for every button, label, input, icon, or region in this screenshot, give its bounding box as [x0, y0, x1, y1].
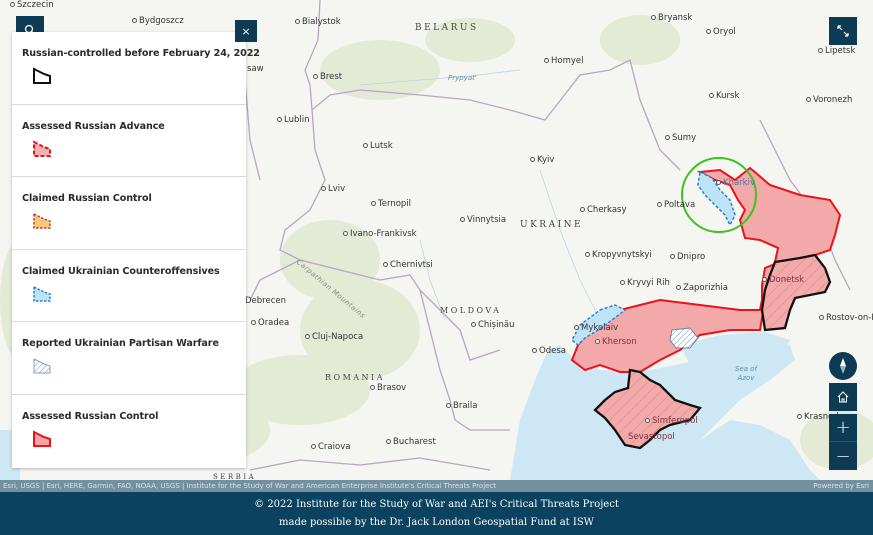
city-label: Sevastopol [628, 432, 675, 442]
city-label: Szczecin [10, 0, 54, 10]
city-label: Simferopol [645, 416, 698, 426]
city-label: Lutsk [363, 141, 393, 151]
city-label: Sumy [665, 133, 696, 143]
fullscreen-button[interactable] [829, 17, 857, 45]
footer-credit: made possible by the Dr. Jack London Geo… [279, 517, 594, 528]
city-label: Lublin [277, 115, 309, 125]
city-label: Kyiv [530, 155, 554, 165]
compass-icon [840, 358, 846, 374]
river-label: Prypyat' [448, 74, 477, 82]
zoom-in-button[interactable]: + [829, 414, 857, 442]
city-label: Kropyvnytskyi [585, 250, 652, 260]
city-label: Brest [313, 72, 342, 82]
city-label: Chernivtsi [383, 260, 433, 270]
sea-label: Sea of Azov [734, 365, 757, 382]
legend-label: Reported Ukrainian Partisan Warfare [22, 338, 219, 350]
city-label: Kursk [709, 91, 739, 101]
plus-icon: + [835, 417, 851, 438]
legend-item-assessed-control: Assessed Russian Control [12, 395, 246, 468]
legend-label: Assessed Russian Advance [22, 120, 165, 132]
country-label: MOLDOVA [440, 306, 502, 315]
red-dashed-swatch-icon [33, 139, 51, 157]
orange-dashed-swatch-icon [33, 212, 51, 229]
city-label: Ivano-Frankivsk [343, 229, 417, 239]
city-label: Kharkiv [716, 178, 755, 188]
city-label: Ternopil [371, 199, 411, 209]
minus-icon: − [835, 445, 851, 467]
city-label: Zaporizhia [676, 283, 728, 293]
legend-item-pre-2022: Russian-controlled before February 24, 2… [12, 32, 260, 105]
zoom-out-button[interactable]: − [829, 442, 857, 470]
city-label: Dnipro [670, 252, 705, 262]
footer-copyright: © 2022 Institute for the Study of War an… [254, 499, 619, 510]
city-label: saw [247, 64, 264, 74]
city-label: Craiova [311, 442, 350, 452]
city-label: Chișinău [471, 320, 514, 330]
city-label: Lipetsk [818, 46, 855, 56]
map-view[interactable]: BELARUS UKRAINE MOLDOVA ROMANIA SERBIA P… [0, 0, 873, 492]
city-label: Debrecen [245, 296, 286, 306]
city-label: Rostov-on-Don [819, 313, 873, 323]
legend-item-claimed-russian: Claimed Russian Control [12, 177, 246, 250]
legend-item-partisan: Reported Ukrainian Partisan Warfare [12, 322, 246, 395]
home-icon [837, 391, 849, 403]
legend-label: Claimed Russian Control [22, 193, 152, 205]
legend-label: Russian-controlled before February 24, 2… [22, 48, 260, 59]
legend-label: Assessed Russian Control [22, 410, 159, 422]
country-label: ROMANIA [325, 373, 385, 382]
country-label: BELARUS [415, 23, 479, 33]
city-label: Oradea [251, 318, 289, 328]
compass-button[interactable] [829, 352, 857, 380]
legend-item-claimed-ukrainian: Claimed Ukrainian Counteroffensives [12, 250, 246, 323]
map-attribution: Esri, USGS | Esri, HERE, Garmin, FAO, NO… [0, 480, 873, 492]
city-label: Bialystok [295, 17, 341, 27]
close-icon: × [241, 24, 251, 38]
city-label: Lviv [321, 184, 345, 194]
city-label: Bucharest [386, 437, 436, 447]
city-label: Kryvyi Rih [620, 278, 670, 288]
city-label: Bryansk [651, 13, 692, 23]
legend-label: Claimed Ukrainian Counteroffensives [22, 265, 220, 277]
city-label: Cluj-Napoca [305, 332, 363, 342]
blue-hatched-swatch-icon [33, 358, 51, 374]
attribution-text: Esri, USGS | Esri, HERE, Garmin, FAO, NO… [3, 482, 497, 490]
city-label: Donetsk [762, 275, 804, 285]
city-label: Homyel [544, 56, 584, 66]
city-label: Voronezh [806, 95, 852, 105]
city-label: Bydgoszcz [132, 16, 184, 26]
footer: © 2022 Institute for the Study of War an… [0, 492, 873, 535]
black-outline-swatch-icon [33, 67, 51, 84]
legend-item-assessed-advance: Assessed Russian Advance [12, 105, 246, 178]
home-button[interactable] [829, 383, 857, 411]
city-label: Braila [446, 401, 477, 411]
city-label: Oryol [706, 27, 736, 37]
blue-dashed-swatch-icon [33, 285, 51, 302]
red-solid-swatch-icon [33, 430, 51, 447]
city-label: Mykolaiv [574, 323, 618, 333]
legend-panel: Russian-controlled before February 24, 2… [12, 32, 260, 468]
city-label: Cherkasy [580, 205, 627, 215]
country-label: UKRAINE [520, 220, 584, 230]
close-legend-button[interactable]: × [235, 20, 257, 42]
city-label: Kherson [595, 337, 637, 347]
city-label: Brasov [370, 383, 406, 393]
powered-by-link[interactable]: Powered by Esri [813, 480, 869, 492]
city-label: Vinnytsia [460, 215, 506, 225]
expand-icon [837, 25, 849, 37]
city-label: Odesa [532, 346, 566, 356]
city-label: Poltava [657, 200, 695, 210]
